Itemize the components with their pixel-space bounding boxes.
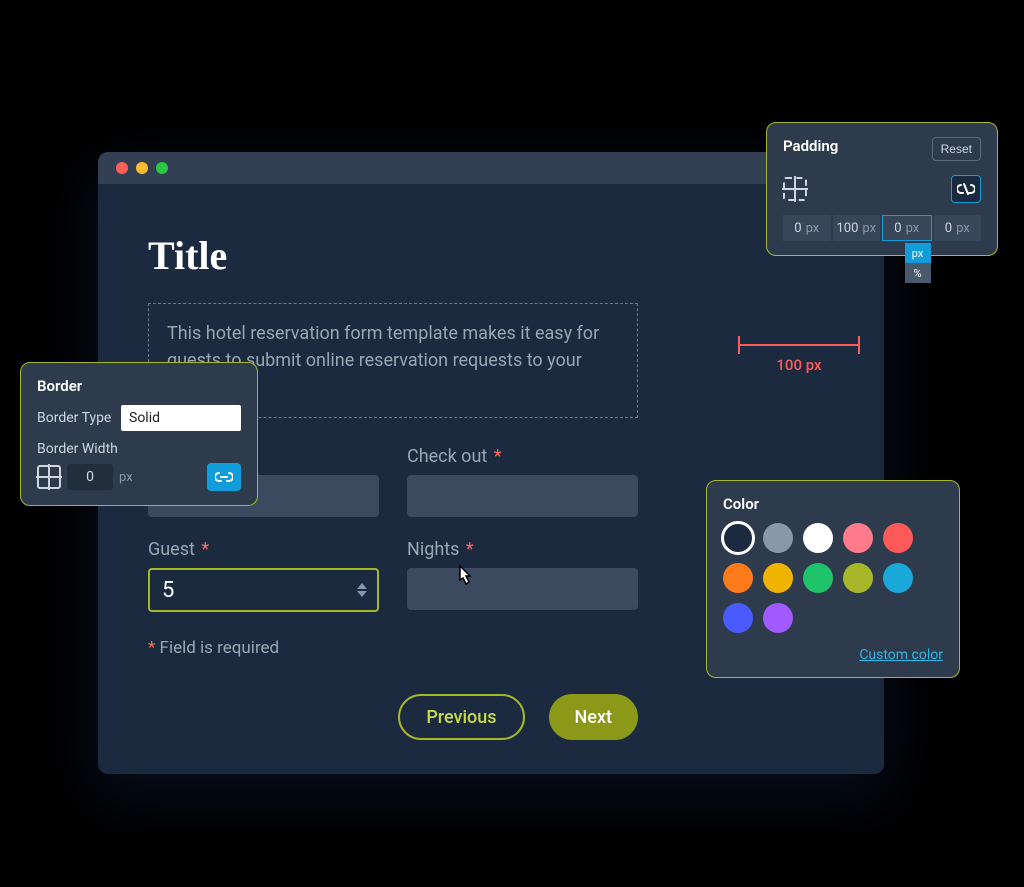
color-swatch[interactable]: [723, 523, 753, 553]
minimize-icon[interactable]: [136, 162, 148, 174]
box-model-icon[interactable]: [783, 177, 807, 201]
chevron-up-icon[interactable]: [357, 583, 367, 589]
link-values-button[interactable]: [207, 463, 241, 491]
color-swatch[interactable]: [763, 603, 793, 633]
color-swatch[interactable]: [803, 523, 833, 553]
color-swatch[interactable]: [883, 563, 913, 593]
border-panel-title: Border: [37, 377, 241, 395]
border-panel[interactable]: Border Border Type Solid Border Width 0 …: [20, 362, 258, 506]
checkout-label: Check out: [407, 446, 487, 467]
border-width-label: Border Width: [37, 441, 241, 457]
guest-input[interactable]: 5: [148, 568, 379, 612]
unit-dropdown[interactable]: px %: [905, 243, 931, 283]
next-button[interactable]: Next: [549, 694, 638, 740]
previous-button[interactable]: Previous: [398, 694, 524, 740]
color-swatch[interactable]: [723, 563, 753, 593]
required-star: *: [494, 446, 502, 467]
guest-label: Guest: [148, 539, 195, 560]
padding-right-input[interactable]: 100px: [833, 215, 881, 241]
color-swatch[interactable]: [723, 603, 753, 633]
border-width-input[interactable]: 0: [67, 464, 113, 490]
required-star: *: [466, 539, 474, 560]
guest-field: Guest * 5: [148, 539, 379, 612]
padding-top-input[interactable]: 0px: [783, 215, 831, 241]
padding-panel[interactable]: Padding Reset 0px 100px 0px px % 0px: [766, 122, 998, 256]
color-panel[interactable]: Color Custom color: [706, 480, 960, 678]
color-swatch[interactable]: [883, 523, 913, 553]
close-icon[interactable]: [116, 162, 128, 174]
border-type-label: Border Type: [37, 410, 111, 426]
padding-panel-title: Padding: [783, 137, 838, 155]
number-spinner[interactable]: [357, 583, 367, 597]
unlink-values-button[interactable]: [951, 175, 981, 203]
nights-input[interactable]: [407, 568, 638, 610]
unit-option-px[interactable]: px: [905, 243, 931, 263]
color-panel-title: Color: [723, 495, 943, 513]
box-model-icon[interactable]: [37, 465, 61, 489]
padding-bottom-input[interactable]: 0px px %: [882, 215, 932, 241]
color-swatch[interactable]: [843, 563, 873, 593]
maximize-icon[interactable]: [156, 162, 168, 174]
color-swatches: [723, 523, 943, 633]
form-title[interactable]: Title: [148, 232, 834, 279]
chevron-down-icon[interactable]: [357, 591, 367, 597]
padding-left-input[interactable]: 0px: [934, 215, 982, 241]
required-star: *: [201, 539, 209, 560]
border-width-unit: px: [119, 470, 133, 485]
color-swatch[interactable]: [763, 523, 793, 553]
padding-reset-button[interactable]: Reset: [932, 137, 981, 161]
checkout-field: Check out *: [407, 446, 638, 517]
nights-label: Nights: [407, 539, 459, 560]
nights-field: Nights *: [407, 539, 638, 612]
unit-option-percent[interactable]: %: [905, 263, 931, 283]
checkout-input[interactable]: [407, 475, 638, 517]
color-swatch[interactable]: [803, 563, 833, 593]
custom-color-link[interactable]: Custom color: [723, 647, 943, 663]
color-swatch[interactable]: [843, 523, 873, 553]
color-swatch[interactable]: [763, 563, 793, 593]
guest-value: 5: [162, 578, 174, 603]
border-type-select[interactable]: Solid: [121, 405, 241, 431]
padding-values: 0px 100px 0px px % 0px: [783, 215, 981, 241]
